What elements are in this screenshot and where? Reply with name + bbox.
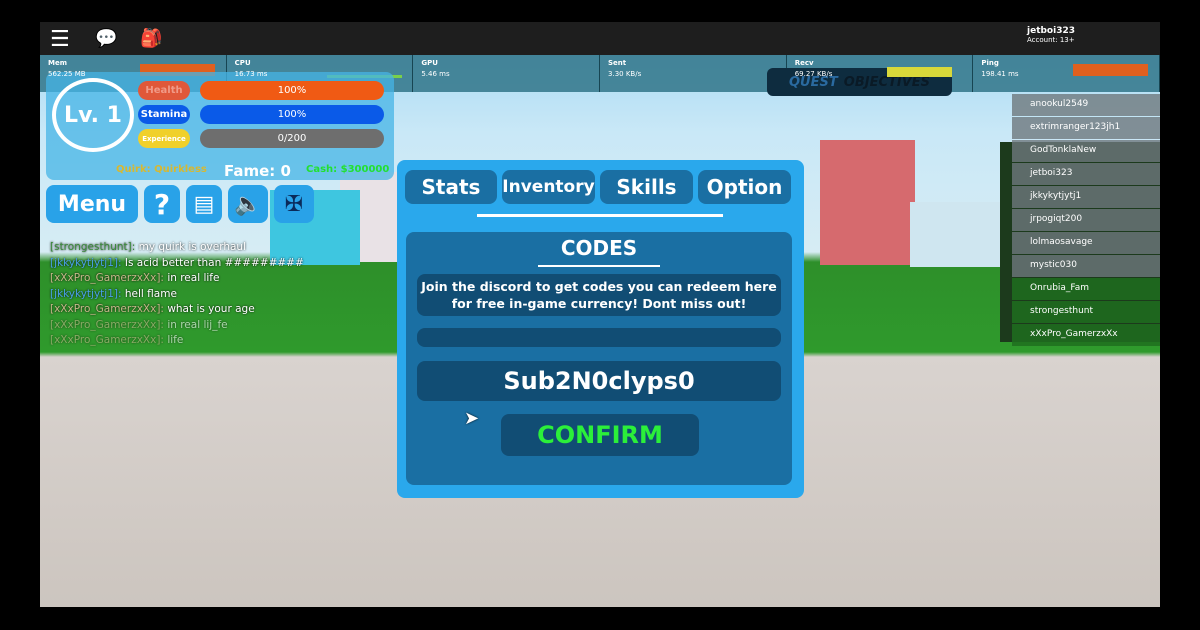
player-list-item[interactable]: extrimranger123jh1	[1012, 117, 1160, 139]
chat-message: [xXxPro_GamerzxXx]: what is your age	[50, 302, 304, 318]
codes-dialog: Stats Inventory Skills Option CODES Join…	[397, 160, 804, 498]
stat-label: Mem	[48, 59, 68, 67]
chat-message: [xXxPro_GamerzxXx]: in real lij_fe	[50, 318, 304, 334]
cash-text: Cash: $300000	[306, 164, 390, 175]
health-bar: 100%	[200, 81, 384, 100]
tab-skills[interactable]: Skills	[600, 170, 693, 204]
backpack-icon[interactable]: 🎒	[140, 28, 162, 49]
player-list-item[interactable]: mystic030	[1012, 255, 1160, 277]
menu-icon[interactable]: ☰	[50, 27, 70, 52]
stat-value: 16.73 ms	[234, 70, 268, 78]
chat-text: life	[167, 334, 184, 346]
confirm-button[interactable]: CONFIRM	[501, 414, 699, 456]
stat-value: 3.30 KB/s	[608, 70, 642, 78]
code-input[interactable]	[417, 361, 781, 401]
building	[910, 202, 1010, 267]
stat-label: Ping	[981, 59, 999, 67]
tab-stats[interactable]: Stats	[405, 170, 497, 204]
top-bar: ☰ 💬 🎒 jetboi323 Account: 13+	[40, 22, 1160, 55]
sound-icon[interactable]: 🔈	[228, 185, 268, 223]
player-list-item[interactable]: jrpogiqt200	[1012, 209, 1160, 231]
codes-description: Join the discord to get codes you can re…	[417, 274, 781, 316]
stat-value: 562.25 MB	[48, 70, 86, 78]
chat-sender: [strongesthunt]:	[50, 241, 136, 253]
stat-label: GPU	[421, 59, 438, 67]
player-list-item[interactable]: xXxPro_GamerzxXx	[1012, 324, 1160, 346]
stat-gpu: GPU 5.46 ms	[413, 55, 601, 92]
player-list: anookul2549 extrimranger123jh1 GodTonklaNe…	[1012, 94, 1160, 347]
stat-value: 69.27 KB/s	[794, 70, 833, 78]
hud-buttons: Menu ? ▤ 🔈 ✠	[46, 185, 314, 223]
player-list-item[interactable]: jkkykytjytj1	[1012, 186, 1160, 208]
menu-button[interactable]: Menu	[46, 185, 138, 223]
player-list-item[interactable]: lolmaosavage	[1012, 232, 1160, 254]
chat-message: [jkkykytjytj1]: hell flame	[50, 287, 304, 303]
player-list-item[interactable]: anookul2549	[1012, 94, 1160, 116]
chat-message: [xXxPro_GamerzxXx]: life	[50, 333, 304, 349]
building	[820, 140, 915, 265]
quest-icon[interactable]: ✠	[274, 185, 314, 223]
stamina-bar: 100%	[200, 105, 384, 124]
experience-label: Experience	[138, 129, 190, 148]
tab-option[interactable]: Option	[698, 170, 791, 204]
player-hud: Lv. 1 Health 100% Stamina 100% Experienc…	[46, 72, 394, 180]
codes-title: CODES	[560, 236, 638, 260]
chat-message: [xXxPro_GamerzxXx]: in real life	[50, 271, 304, 287]
tab-underline	[477, 214, 723, 217]
save-icon[interactable]: ▤	[186, 185, 222, 223]
experience-bar: 0/200	[200, 129, 384, 148]
account-info: jetboi323 Account: 13+	[1027, 26, 1075, 44]
player-list-item[interactable]: strongesthunt	[1012, 301, 1160, 323]
chat-sender: [xXxPro_GamerzxXx]:	[50, 334, 164, 346]
chat-log: [strongesthunt]: my quirk is overhaul [jk…	[50, 240, 304, 349]
chat-message: [jkkykytjytj1]: Is acid better than ####…	[50, 256, 304, 272]
codes-panel: CODES Join the discord to get codes you …	[406, 232, 792, 485]
chat-icon[interactable]: 💬	[95, 28, 117, 49]
chat-sender: [xXxPro_GamerzxXx]:	[50, 318, 164, 331]
chat-text: hell flame	[124, 287, 177, 300]
stat-label: Sent	[608, 59, 627, 67]
chat-sender: [xXxPro_GamerzxXx]:	[50, 303, 164, 315]
chat-sender: [xXxPro_GamerzxXx]:	[50, 272, 164, 284]
chat-text: in real lij_fe	[167, 318, 228, 331]
stat-label: CPU	[234, 59, 251, 67]
game-viewport[interactable]: ☰ 💬 🎒 jetboi323 Account: 13+ Mem 562.25 MB…	[40, 22, 1160, 607]
stat-value: 198.41 ms	[981, 70, 1019, 78]
chat-sender: [jkkykytjytj1]:	[50, 287, 122, 300]
stat-label: Recv	[794, 59, 814, 67]
stat-sent: Sent 3.30 KB/s	[600, 55, 787, 92]
chat-sender: [jkkykytjytj1]:	[50, 256, 122, 269]
quirk-text: Quirk: Quirkless	[116, 164, 207, 175]
title-underline	[538, 265, 660, 267]
stat-ping: Ping 198.41 ms	[973, 55, 1160, 92]
chat-text: what is your age	[167, 303, 255, 315]
level-badge: Lv. 1	[52, 78, 134, 152]
username: jetboi323	[1027, 26, 1075, 36]
chat-message: [strongesthunt]: my quirk is overhaul	[50, 240, 304, 256]
account-age: Account: 13+	[1027, 36, 1075, 44]
player-list-item[interactable]: jetboi323	[1012, 163, 1160, 185]
cursor-icon: ➤	[464, 408, 480, 429]
fame-text: Fame: 0	[224, 162, 291, 180]
chat-text: my quirk is overhaul	[138, 241, 246, 253]
player-list-item[interactable]: GodTonklaNew	[1012, 140, 1160, 162]
health-label: Health	[138, 81, 190, 100]
player-list-item[interactable]: Onrubia_Fam	[1012, 278, 1160, 300]
chat-text: Is acid better than #########	[124, 256, 304, 269]
stamina-label: Stamina	[138, 105, 190, 124]
help-icon[interactable]: ?	[144, 185, 180, 223]
status-bar	[417, 328, 781, 347]
stat-value: 5.46 ms	[421, 70, 450, 78]
tab-inventory[interactable]: Inventory	[502, 170, 595, 204]
chat-text: in real life	[167, 272, 220, 284]
